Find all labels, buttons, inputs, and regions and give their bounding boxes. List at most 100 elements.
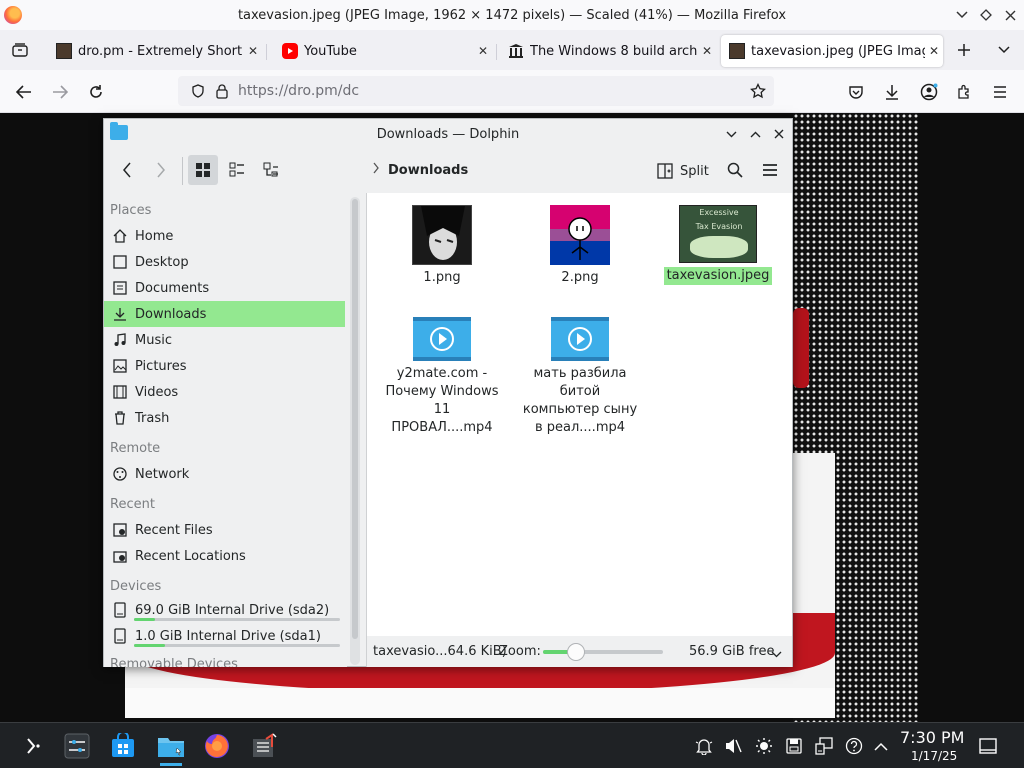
menu-hamburger-icon[interactable] [986, 78, 1014, 106]
folder-app-icon [110, 122, 128, 140]
taskbar: 7:30 PM 1/17/25 [0, 722, 1024, 768]
file-item-1-png[interactable]: 1.png [377, 205, 507, 287]
tab-youtube[interactable]: YouTube ✕ [274, 35, 492, 67]
list-all-tabs-button[interactable] [990, 36, 1018, 64]
places-scrollbar[interactable] [350, 197, 360, 665]
close-window-button[interactable] [1000, 5, 1020, 25]
pocket-icon[interactable] [842, 78, 870, 106]
window-title: taxevasion.jpeg (JPEG Image, 1962 × 1472… [237, 7, 787, 23]
search-icon[interactable] [720, 155, 750, 185]
places-panel: Places Home Desktop Documents Downloads … [104, 193, 347, 667]
split-button[interactable]: Split [657, 158, 709, 184]
clock-date[interactable]: 1/17/25 [911, 749, 957, 763]
forward-button[interactable] [46, 78, 74, 106]
places-item-pictures[interactable]: Pictures [104, 353, 345, 379]
icons-view-icon[interactable] [188, 155, 218, 185]
tab-windows-8-archive[interactable]: The Windows 8 build archi ✕ [500, 35, 716, 67]
firefox-taskbar-icon[interactable] [200, 729, 234, 763]
dolphin-minimize-button[interactable] [721, 124, 741, 144]
show-desktop-icon[interactable] [978, 736, 998, 756]
bookmark-star-icon[interactable] [744, 77, 772, 105]
pictures-icon [112, 358, 128, 374]
places-item-recent-files[interactable]: Recent Files [104, 517, 345, 543]
places-item-desktop[interactable]: Desktop [104, 249, 345, 275]
image-cake-white-region [125, 688, 835, 718]
close-tab-icon[interactable]: ✕ [474, 44, 492, 58]
tab-label: dro.pm - Extremely Short L [78, 43, 244, 59]
close-tab-icon[interactable]: ✕ [698, 44, 716, 58]
split-view-icon [657, 163, 673, 179]
file-thumbnail: Excessive Tax Evasion [679, 205, 757, 263]
network-wired-icon[interactable] [814, 736, 834, 756]
places-item-downloads[interactable]: Downloads [104, 301, 345, 327]
tab-taxevasion-jpeg[interactable]: taxevasion.jpeg (JPEG Imag ✕ [721, 35, 943, 67]
application-launcher-icon[interactable] [16, 729, 50, 763]
places-item-home[interactable]: Home [104, 223, 345, 249]
notifications-icon[interactable] [694, 736, 714, 756]
thumb-face-region [690, 236, 748, 258]
dolphin-taskbar-icon[interactable] [154, 729, 188, 766]
url-text[interactable]: https://dro.pm/dc [238, 83, 359, 99]
minimize-button[interactable] [952, 5, 972, 25]
file-view[interactable]: 1.png 2.png Excessive Tax Evasion taxeva… [366, 193, 792, 636]
status-bar: taxevasio...64.6 KiB) Zoom: 56.9 GiB fre… [366, 636, 792, 667]
places-item-trash[interactable]: Trash [104, 405, 345, 431]
remote-section-header: Remote [110, 441, 161, 456]
places-item-recent-locations[interactable]: Recent Locations [104, 543, 345, 569]
media-app-taskbar-icon[interactable] [248, 729, 282, 763]
reload-button[interactable] [82, 78, 110, 106]
places-item-label: Home [135, 228, 174, 244]
file-item-y2mate-mp4[interactable]: y2mate.com - Почему Windows 11 ПРОВАЛ...… [377, 317, 507, 437]
desktop-icon [112, 254, 128, 270]
url-bar[interactable]: https://dro.pm/dc [178, 76, 774, 106]
places-item-documents[interactable]: Documents [104, 275, 345, 301]
close-tab-icon[interactable]: ✕ [925, 44, 943, 58]
music-icon [112, 332, 128, 348]
forward-arrow-icon[interactable] [146, 155, 176, 185]
archive-favicon-icon [508, 43, 524, 59]
dolphin-maximize-button[interactable] [745, 124, 765, 144]
places-scrollbar-thumb[interactable] [352, 199, 358, 639]
close-tab-icon[interactable]: ✕ [244, 44, 262, 58]
show-hidden-icons-chevron-icon[interactable] [871, 736, 891, 756]
account-icon[interactable] [915, 78, 943, 106]
drive-usage-bar-sda1 [134, 644, 340, 647]
tab-dro-pm[interactable]: dro.pm - Extremely Short L ✕ [48, 35, 262, 67]
image-red-region [793, 308, 809, 388]
compact-view-icon[interactable] [222, 155, 252, 185]
breadcrumb-downloads[interactable]: Downloads [388, 163, 468, 178]
places-item-music[interactable]: Music [104, 327, 345, 353]
new-tab-button[interactable] [950, 36, 978, 64]
lock-icon[interactable] [208, 77, 236, 105]
firefox-view-icon[interactable] [6, 36, 34, 64]
downloads-icon[interactable] [878, 78, 906, 106]
details-view-icon[interactable] [256, 155, 286, 185]
discover-store-icon[interactable] [106, 729, 140, 763]
file-item-russian-mp4[interactable]: мать разбила битой компьютер сыну в реал… [515, 317, 645, 437]
video-file-icon [413, 317, 471, 361]
zoom-slider-handle[interactable] [567, 643, 585, 661]
breadcrumb-arrow-icon [372, 162, 380, 178]
zoom-slider[interactable] [543, 650, 663, 654]
brightness-icon[interactable] [754, 736, 774, 756]
system-settings-icon[interactable] [60, 729, 94, 763]
file-item-taxevasion-jpeg[interactable]: Excessive Tax Evasion taxevasion.jpeg [653, 205, 783, 285]
extensions-icon[interactable] [950, 78, 978, 106]
back-arrow-icon[interactable] [112, 155, 142, 185]
storage-disk-icon[interactable] [784, 736, 804, 756]
hamburger-menu-icon[interactable] [755, 155, 785, 185]
dolphin-titlebar[interactable]: Downloads — Dolphin [104, 119, 792, 149]
file-item-2-png[interactable]: 2.png [515, 205, 645, 287]
places-item-network[interactable]: Network [104, 461, 345, 487]
back-button[interactable] [10, 78, 38, 106]
tab-label: YouTube [304, 43, 357, 59]
maximize-button[interactable] [976, 5, 996, 25]
places-item-videos[interactable]: Videos [104, 379, 345, 405]
tab-label: taxevasion.jpeg (JPEG Imag [751, 43, 925, 59]
clock-time[interactable]: 7:30 PM [900, 728, 964, 747]
free-space-label[interactable]: 56.9 GiB free [689, 644, 774, 659]
volume-muted-icon[interactable] [723, 736, 743, 756]
help-icon[interactable] [844, 736, 864, 756]
dolphin-close-button[interactable] [769, 124, 789, 144]
chevron-down-icon[interactable] [771, 647, 782, 662]
